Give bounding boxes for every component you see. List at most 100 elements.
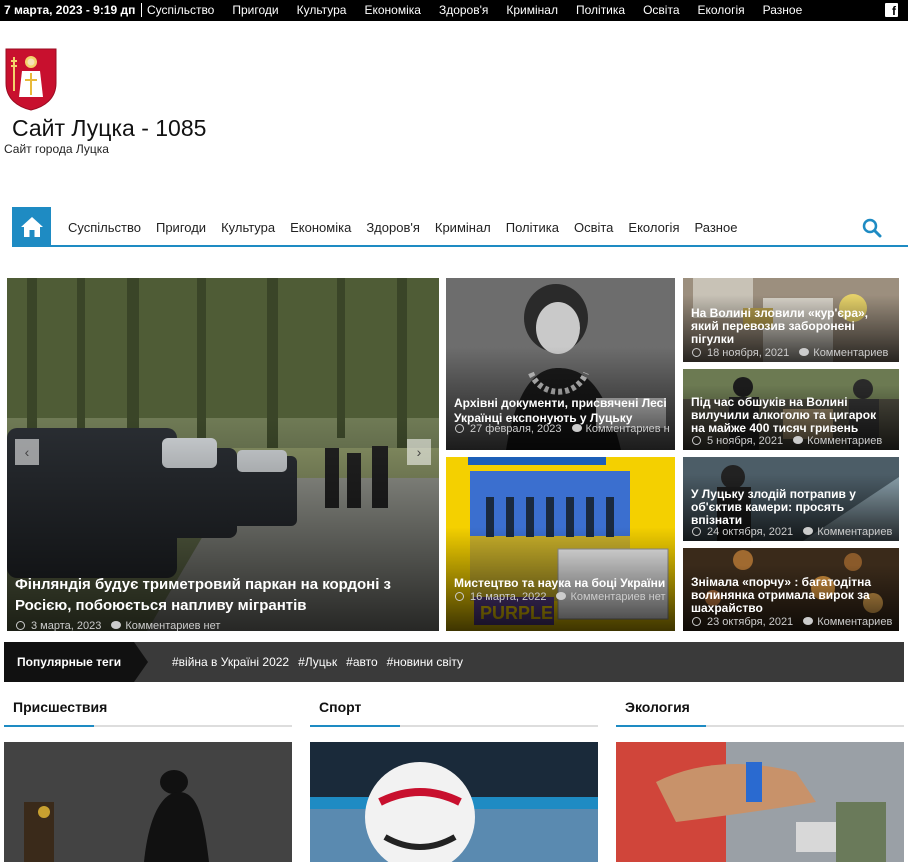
top-nav-item[interactable]: Освіта [643, 3, 679, 17]
article-title[interactable]: У Луцьку злодій потрапив у об'єктив каме… [691, 488, 891, 527]
section-photo[interactable] [616, 742, 904, 862]
top-nav-item[interactable]: Суспільство [147, 3, 214, 17]
section-incidents: Присшествия [4, 694, 292, 862]
clock-icon [692, 436, 701, 445]
article-tile[interactable]: Архівні документи, присвячені Лесі Украї… [446, 278, 675, 450]
top-nav-item[interactable]: Кримінал [506, 3, 558, 17]
comment-icon [111, 621, 122, 629]
featured-title[interactable]: Фінляндія будує триметровий паркан на ко… [15, 574, 431, 616]
main-nav-item[interactable]: Здоров'я [366, 220, 420, 235]
top-nav: Суспільство Пригоди Культура Економіка З… [147, 3, 820, 17]
article-tile[interactable]: У Луцьку злодій потрапив у об'єктив каме… [683, 457, 899, 541]
main-nav-menu: Суспільство Пригоди Культура Економіка З… [68, 220, 752, 235]
facebook-icon[interactable]: f [885, 3, 898, 18]
current-date: 7 марта, 2023 - 9:19 дп [4, 3, 143, 17]
search-icon [862, 218, 882, 238]
comment-icon [556, 592, 567, 600]
article-tile[interactable]: На Волині зловили «кур'єра», який перево… [683, 278, 899, 362]
site-tagline: Сайт города Луцка [4, 142, 109, 156]
post-comments[interactable]: Комментариев нет [125, 620, 220, 631]
article-meta: 5 ноября, 2021 Комментариев [692, 435, 893, 447]
main-nav-item[interactable]: Суспільство [68, 220, 141, 235]
post-date: 18 ноября, 2021 [707, 347, 790, 359]
top-nav-item[interactable]: Політика [576, 3, 625, 17]
comment-icon [799, 348, 810, 356]
clock-icon [692, 617, 701, 626]
comment-icon [571, 424, 582, 432]
search-button[interactable] [862, 218, 882, 238]
section-photo[interactable] [310, 742, 598, 862]
post-comments[interactable]: Комментариев нет [586, 423, 670, 435]
article-tile[interactable]: Під час обшуків на Волині вилучили алког… [683, 369, 899, 450]
main-nav-item[interactable]: Культура [221, 220, 275, 235]
post-comments[interactable]: Комментариев [807, 435, 882, 447]
article-title[interactable]: На Волині зловили «кур'єра», який перево… [691, 307, 891, 346]
post-comments[interactable]: Комментариев [817, 526, 892, 538]
tag-link[interactable]: #новини світу [387, 655, 463, 669]
city-crest-logo[interactable] [4, 47, 58, 111]
popular-tags-bar: Популярные теги #війна в Україні 2022 #Л… [4, 642, 904, 682]
top-nav-item[interactable]: Здоров'я [439, 3, 488, 17]
post-date: 16 марта, 2022 [470, 591, 547, 603]
clock-icon [692, 527, 701, 536]
main-nav-item[interactable]: Пригоди [156, 220, 206, 235]
section-sport: Спорт [310, 694, 598, 862]
section-title[interactable]: Присшествия [4, 694, 292, 727]
slider-next-arrow[interactable]: › [407, 439, 431, 465]
section-title[interactable]: Экология [616, 694, 904, 727]
site-title[interactable]: Сайт Луцка - 1085 [12, 115, 206, 142]
home-button[interactable] [12, 207, 51, 247]
post-date: 5 ноября, 2021 [707, 435, 784, 447]
section-photo[interactable] [4, 742, 292, 862]
article-title[interactable]: Під час обшуків на Волині вилучили алког… [691, 396, 891, 435]
comment-icon [803, 527, 814, 535]
clock-icon [692, 348, 701, 357]
post-comments[interactable]: Комментариев [813, 347, 888, 359]
tag-link[interactable]: #Луцьк [298, 655, 337, 669]
top-nav-item[interactable]: Пригоди [232, 3, 278, 17]
tag-link[interactable]: #війна в Україні 2022 [172, 655, 289, 669]
section-title[interactable]: Спорт [310, 694, 598, 727]
post-date: 3 марта, 2023 [31, 620, 102, 631]
tag-link[interactable]: #авто [346, 655, 378, 669]
article-meta: 18 ноября, 2021 Комментариев [692, 347, 893, 359]
featured-meta: 3 марта, 2023 Комментариев нет [16, 620, 433, 631]
featured-slider[interactable]: ‹ › Фінляндія будує триметровий паркан н… [7, 278, 439, 631]
main-nav-item[interactable]: Економіка [290, 220, 351, 235]
article-tile[interactable]: Знімала «порчу» : багатодітна волинянка … [683, 548, 899, 631]
top-nav-item[interactable]: Екологія [698, 3, 745, 17]
post-comments[interactable]: Комментариев нет [570, 591, 665, 603]
post-date: 27 февраля, 2023 [470, 423, 562, 435]
top-nav-item[interactable]: Разное [763, 3, 803, 17]
slider-prev-arrow[interactable]: ‹ [15, 439, 39, 465]
article-tile[interactable]: PURPLE Мистецтво та наука на боці Україн… [446, 457, 675, 631]
tag-list: #війна в Україні 2022 #Луцьк #авто #нови… [172, 655, 472, 669]
article-meta: 27 февраля, 2023 Комментариев нет [455, 423, 669, 435]
post-date: 24 октября, 2021 [707, 526, 794, 538]
comment-icon [793, 436, 804, 444]
top-bar: 7 марта, 2023 - 9:19 дп Суспільство Приг… [0, 0, 908, 21]
article-meta: 24 октября, 2021 Комментариев [692, 526, 893, 538]
post-comments[interactable]: Комментариев [817, 616, 892, 628]
main-nav-item[interactable]: Політика [506, 220, 559, 235]
article-title[interactable]: Архівні документи, присвячені Лесі Украї… [454, 396, 667, 426]
main-nav-item[interactable]: Разное [695, 220, 738, 235]
main-nav-item[interactable]: Екологія [628, 220, 679, 235]
clock-icon [16, 621, 25, 630]
main-nav-item[interactable]: Кримінал [435, 220, 491, 235]
section-ecology: Экология [616, 694, 904, 862]
clock-icon [455, 592, 464, 601]
article-meta: 16 марта, 2022 Комментариев нет [455, 591, 669, 603]
comment-icon [803, 617, 814, 625]
home-icon [20, 217, 43, 237]
main-nav-item[interactable]: Освіта [574, 220, 613, 235]
main-nav: Суспільство Пригоди Культура Економіка З… [12, 207, 908, 247]
article-meta: 23 октября, 2021 Комментариев [692, 616, 893, 628]
popular-tags-label: Популярные теги [4, 642, 148, 682]
clock-icon [455, 424, 464, 433]
top-nav-item[interactable]: Економіка [364, 3, 420, 17]
top-nav-item[interactable]: Культура [297, 3, 347, 17]
post-date: 23 октября, 2021 [707, 616, 794, 628]
article-title[interactable]: Знімала «порчу» : багатодітна волинянка … [691, 576, 891, 615]
article-title[interactable]: Мистецтво та наука на боці України [454, 576, 667, 591]
